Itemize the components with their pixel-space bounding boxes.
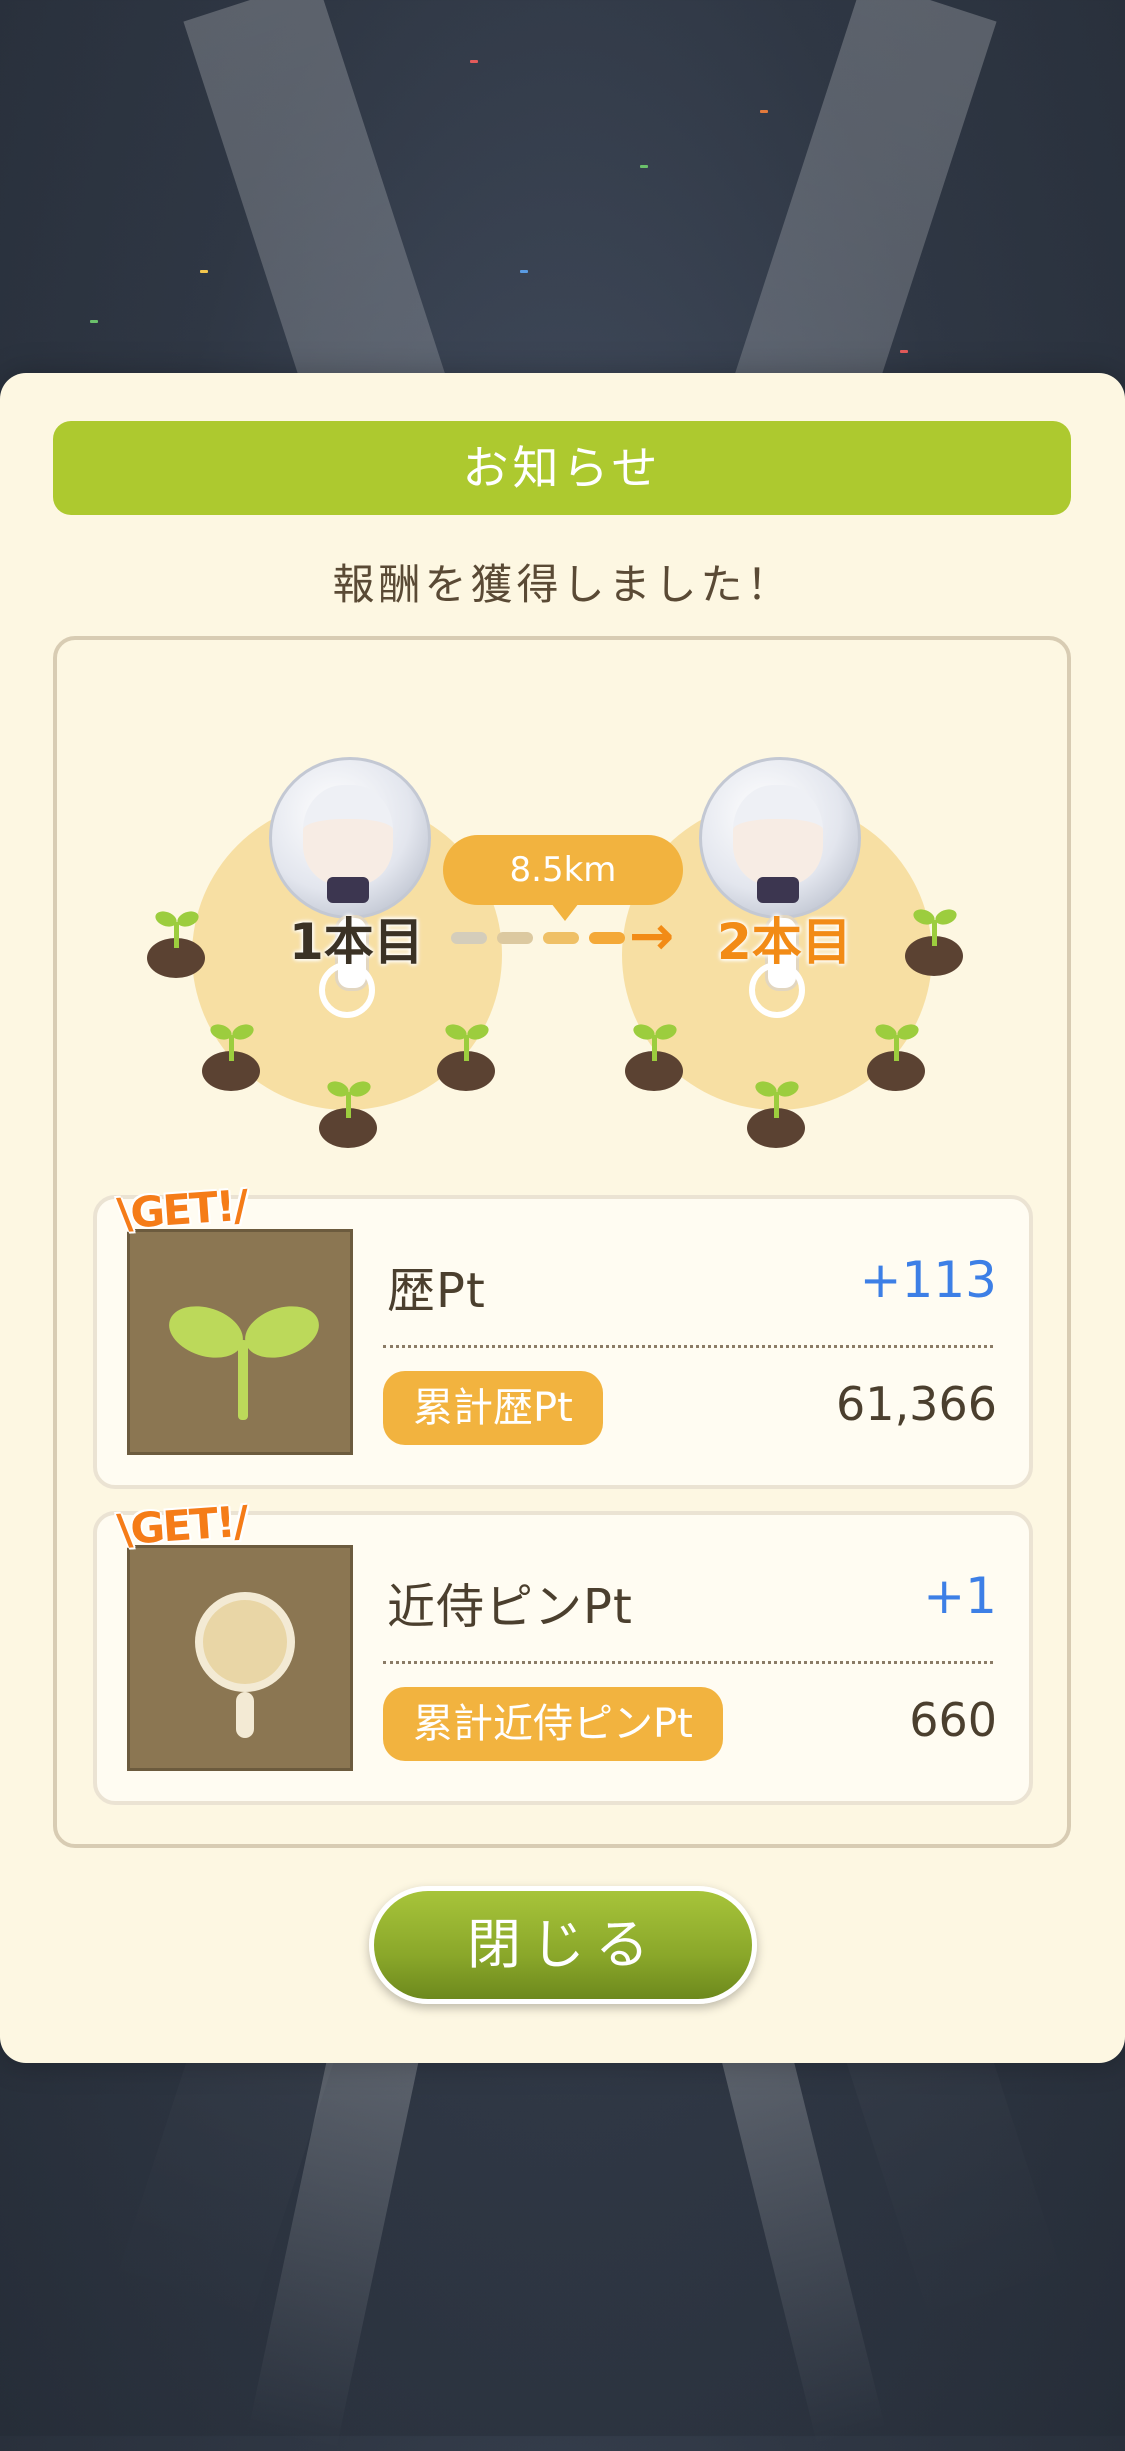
progress-dash — [497, 932, 533, 944]
pin-progress-map: 8.5km 1本目 → 2本目 — [57, 640, 1067, 1200]
close-button[interactable]: 閉じる — [369, 1886, 757, 2004]
dialog-subtitle: 報酬を獲得しました！ — [332, 560, 793, 609]
arrow-right-icon: → — [629, 904, 675, 967]
magnifier-pin-icon — [195, 1592, 295, 1738]
sprout-icon — [625, 1021, 683, 1091]
divider — [383, 1345, 993, 1348]
reward-gain: +1 — [923, 1567, 997, 1625]
reward-card-kinji-pin: \GET!/ 近侍ピンPt +1 累計近侍ピンPt 660 — [93, 1497, 1033, 1805]
total-value: 61,366 — [836, 1377, 997, 1431]
pin-label-first: 1本目 — [289, 913, 424, 971]
progress-dash — [589, 932, 625, 944]
sprout-icon — [747, 1078, 805, 1148]
progress-dash — [543, 932, 579, 944]
reward-name: 歴Pt — [387, 1263, 486, 1319]
progress-dash — [451, 932, 487, 944]
distance-badge: 8.5km — [443, 835, 683, 921]
reward-content: 8.5km 1本目 → 2本目 \GET!/ 歴Pt +113 累計歴Pt 61… — [53, 636, 1071, 1848]
confetti — [900, 350, 908, 353]
sprout-icon — [147, 908, 205, 978]
reward-dialog: お知らせ 報酬を獲得しました！ 8.5km 1本目 → 2本目 \GET!/ 歴… — [0, 373, 1125, 2063]
sprout-icon — [202, 1021, 260, 1091]
confetti — [640, 165, 648, 168]
confetti — [520, 270, 528, 273]
sprout-icon — [905, 906, 963, 976]
seedling-icon — [169, 1306, 319, 1420]
total-label-pill: 累計歴Pt — [383, 1371, 603, 1445]
divider — [383, 1661, 993, 1664]
sprout-icon — [867, 1021, 925, 1091]
sprout-icon — [437, 1021, 495, 1091]
reward-thumbnail — [127, 1545, 353, 1771]
get-badge: \GET!/ — [115, 1180, 249, 1239]
sprout-icon — [319, 1078, 377, 1148]
confetti — [200, 270, 208, 273]
reward-thumbnail — [127, 1229, 353, 1455]
reward-gain: +113 — [859, 1251, 997, 1309]
character-pin-icon — [269, 757, 431, 1018]
reward-card-reki: \GET!/ 歴Pt +113 累計歴Pt 61,366 — [93, 1181, 1033, 1489]
confetti — [470, 60, 478, 63]
get-badge: \GET!/ — [115, 1496, 249, 1555]
confetti — [760, 110, 768, 113]
dialog-title: お知らせ — [53, 421, 1071, 515]
total-value: 660 — [909, 1693, 997, 1747]
total-label-pill: 累計近侍ピンPt — [383, 1687, 723, 1761]
pin-label-second: 2本目 — [717, 913, 852, 971]
reward-name: 近侍ピンPt — [387, 1579, 633, 1635]
confetti — [90, 320, 98, 323]
character-pin-icon — [699, 757, 861, 1018]
